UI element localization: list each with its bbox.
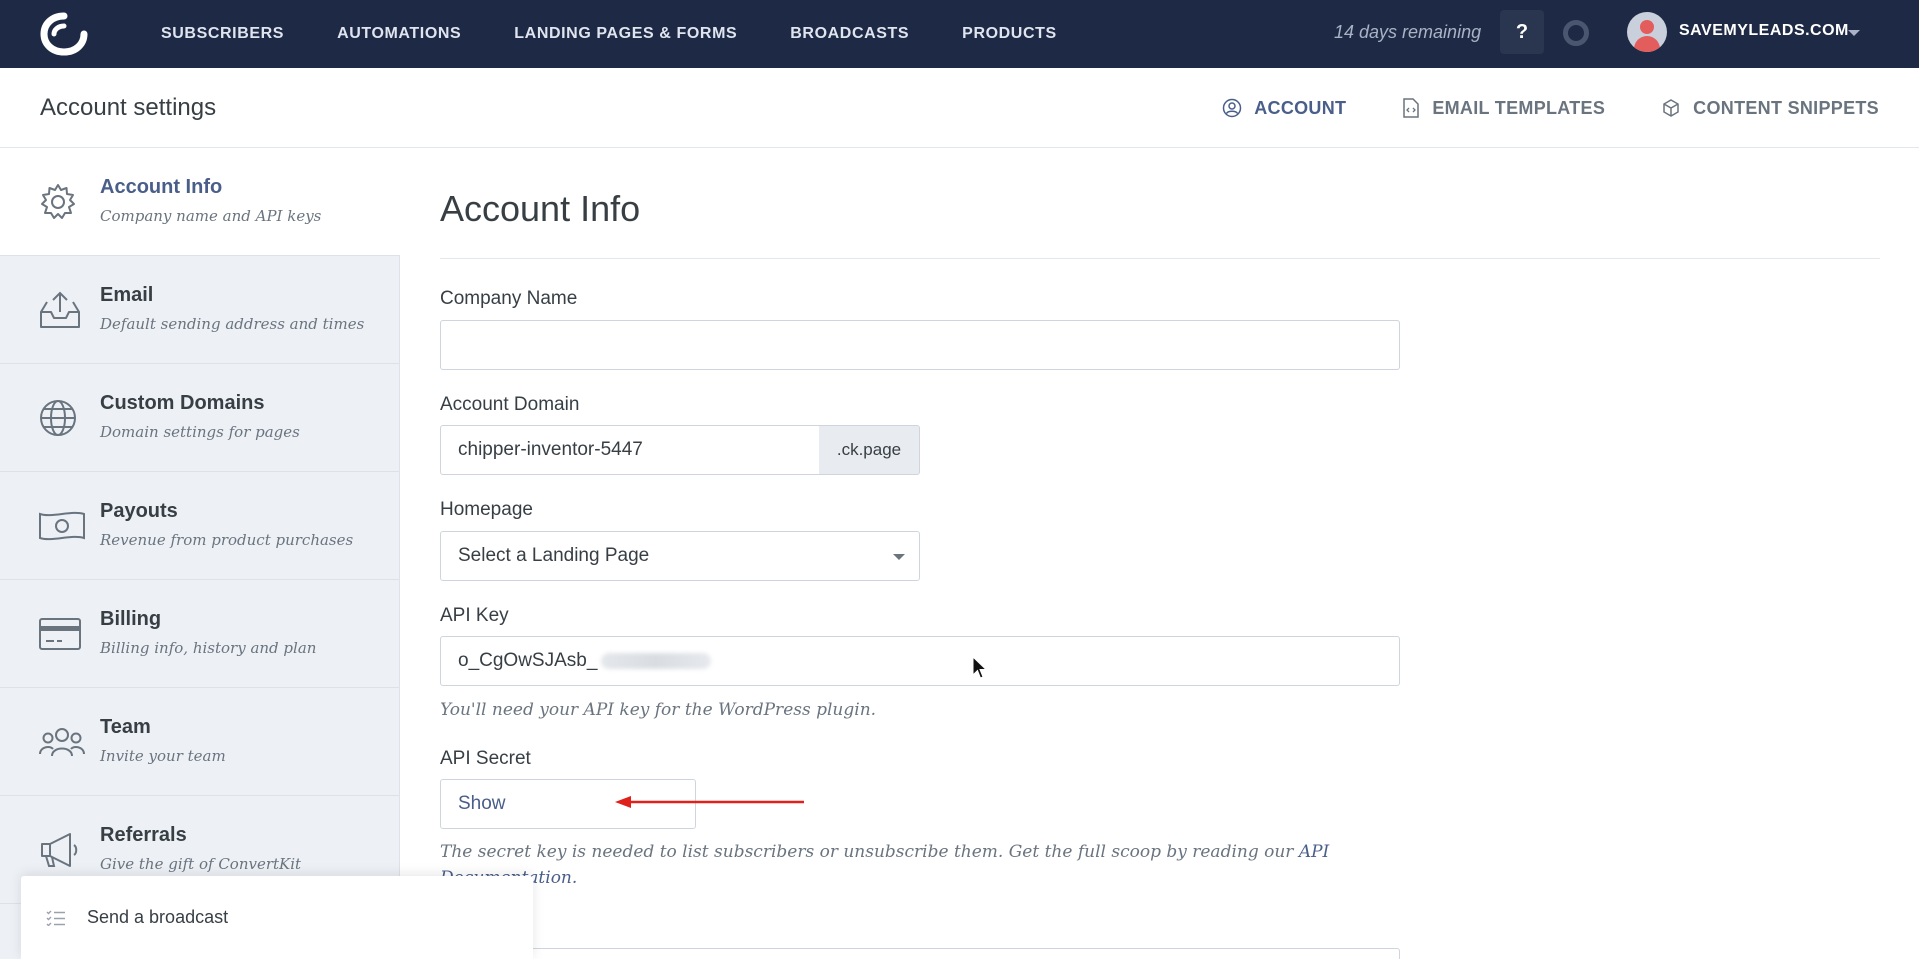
tab-account-label: ACCOUNT xyxy=(1254,97,1347,118)
sidebar-item-title: Payouts xyxy=(100,500,178,522)
annotation-arrow-icon xyxy=(615,796,804,808)
sidebar-item-team[interactable]: Team Invite your team xyxy=(0,688,399,796)
mouse-cursor-icon xyxy=(972,656,988,679)
credit-card-icon xyxy=(39,618,81,650)
api-docs-link[interactable]: API xyxy=(1299,842,1329,862)
account-name[interactable]: SAVEMYLEADS.COM xyxy=(1679,22,1849,40)
sidebar-item-account-info[interactable]: Account Info Company name and API keys xyxy=(0,148,400,256)
tab-account[interactable]: ACCOUNT xyxy=(1222,98,1346,119)
tab-content-snippets[interactable]: CONTENT SNIPPETS xyxy=(1661,98,1879,119)
company-name-label: Company Name xyxy=(440,288,578,309)
api-key-label: API Key xyxy=(440,605,509,626)
avatar[interactable] xyxy=(1627,12,1667,52)
api-secret-label: API Secret xyxy=(440,748,531,769)
tab-content-snippets-label: CONTENT SNIPPETS xyxy=(1693,97,1879,118)
nav-broadcasts[interactable]: BROADCASTS xyxy=(790,25,909,43)
chevron-down-icon[interactable] xyxy=(1848,30,1860,36)
nav-landing-pages-forms[interactable]: LANDING PAGES & FORMS xyxy=(514,25,737,43)
send-broadcast-popup[interactable]: Send a broadcast xyxy=(21,876,533,959)
main-nav: SUBSCRIBERS AUTOMATIONS LANDING PAGES & … xyxy=(161,0,1110,68)
section-heading: Account Info xyxy=(440,188,641,229)
nav-automations[interactable]: AUTOMATIONS xyxy=(337,25,461,43)
trial-remaining[interactable]: 14 days remaining xyxy=(1334,22,1481,43)
sidebar-item-desc: Give the gift of ConvertKit xyxy=(100,855,302,873)
checklist-icon xyxy=(46,910,65,926)
send-broadcast-label: Send a broadcast xyxy=(87,907,229,927)
loading-ring-icon xyxy=(1563,20,1589,46)
sidebar-item-desc: Domain settings for pages xyxy=(100,423,300,441)
api-key-input[interactable]: o_CgOwSJAsb_ xyxy=(440,636,1400,686)
api-key-value: o_CgOwSJAsb_ xyxy=(458,650,598,671)
cube-icon xyxy=(1663,99,1679,117)
gear-icon xyxy=(41,184,75,219)
nav-subscribers[interactable]: SUBSCRIBERS xyxy=(161,25,284,43)
tab-email-templates[interactable]: EMAIL TEMPLATES xyxy=(1402,98,1605,119)
api-key-redacted xyxy=(601,653,712,669)
settings-tabs: ACCOUNT EMAIL TEMPLATES CONTENT SNIPPETS xyxy=(1166,68,1879,148)
show-secret-button[interactable]: Show xyxy=(458,793,506,815)
sidebar-item-custom-domains[interactable]: Custom Domains Domain settings for pages xyxy=(0,364,399,472)
tab-email-templates-label: EMAIL TEMPLATES xyxy=(1432,97,1606,118)
sidebar-item-email[interactable]: Email Default sending address and times xyxy=(0,256,399,364)
api-secret-hint: The secret key is needed to list subscri… xyxy=(440,842,1329,862)
next-field-input[interactable] xyxy=(440,948,1400,959)
account-domain-input[interactable]: chipper-inventor-5447 xyxy=(440,425,820,475)
sidebar-item-title: Account Info xyxy=(100,176,223,198)
megaphone-icon xyxy=(41,833,78,867)
sidebar-item-title: Referrals xyxy=(100,824,187,846)
help-button[interactable]: ? xyxy=(1500,10,1544,54)
page-title: Account settings xyxy=(40,94,217,121)
sidebar-item-desc: Company name and API keys xyxy=(100,207,322,225)
homepage-label: Homepage xyxy=(440,499,533,520)
sidebar-item-desc: Default sending address and times xyxy=(100,315,365,333)
nav-products[interactable]: PRODUCTS xyxy=(962,25,1057,43)
money-icon xyxy=(39,511,85,541)
settings-sidebar: Account Info Company name and API keys E… xyxy=(0,148,400,959)
sidebar-item-title: Team xyxy=(100,716,151,738)
account-domain-label: Account Domain xyxy=(440,394,580,415)
settings-header: Account settings ACCOUNT EMAIL TEMPLATES… xyxy=(0,68,1919,148)
sidebar-item-title: Billing xyxy=(100,608,162,630)
homepage-select-value: Select a Landing Page xyxy=(458,545,650,566)
company-name-input[interactable] xyxy=(440,320,1400,370)
team-icon xyxy=(39,728,85,757)
chevron-down-icon xyxy=(893,554,905,560)
homepage-select[interactable]: Select a Landing Page xyxy=(440,531,920,581)
globe-icon xyxy=(40,400,76,436)
top-navbar: SUBSCRIBERS AUTOMATIONS LANDING PAGES & … xyxy=(0,0,1919,68)
divider xyxy=(440,258,1880,259)
file-code-icon xyxy=(1403,98,1420,118)
sidebar-item-desc: Revenue from product purchases xyxy=(100,531,354,549)
sidebar-item-desc: Invite your team xyxy=(100,747,226,765)
domain-suffix: .ck.page xyxy=(819,425,920,475)
api-key-hint: You'll need your API key for the WordPre… xyxy=(440,700,877,720)
sidebar-item-title: Custom Domains xyxy=(100,392,265,414)
sidebar-item-desc: Billing info, history and plan xyxy=(100,639,317,657)
user-circle-icon xyxy=(1222,98,1242,118)
sidebar-item-billing[interactable]: Billing Billing info, history and plan xyxy=(0,580,399,688)
convertkit-logo-icon[interactable] xyxy=(40,12,88,56)
api-secret-hint-text: The secret key is needed to list subscri… xyxy=(440,842,1299,862)
inbox-upload-icon xyxy=(40,291,80,328)
sidebar-item-payouts[interactable]: Payouts Revenue from product purchases xyxy=(0,472,399,580)
sidebar-item-title: Email xyxy=(100,284,154,306)
